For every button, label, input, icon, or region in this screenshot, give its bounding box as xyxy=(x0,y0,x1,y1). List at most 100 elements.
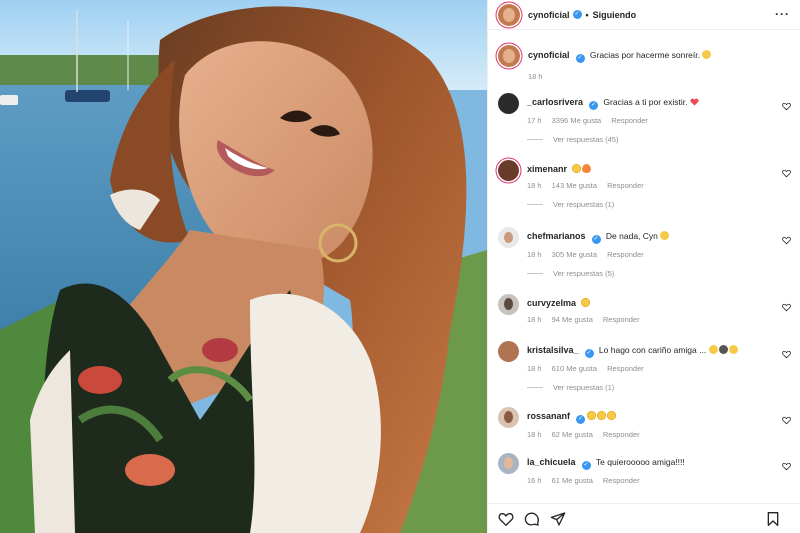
reply-button[interactable]: Responder xyxy=(607,181,644,190)
author-username[interactable]: cynoficial xyxy=(528,10,570,20)
heart-eyes-emoji-icon xyxy=(587,411,597,420)
comment-likes[interactable]: 143 Me gusta xyxy=(552,181,597,190)
comment-item: kristalsilva_ ✓ Lo hago con cariño amiga … xyxy=(498,341,791,392)
commenter-username[interactable]: kristalsilva_ xyxy=(527,345,579,355)
bookmark-icon[interactable] xyxy=(765,511,781,527)
comment-likes[interactable]: 61 Me gusta xyxy=(552,476,593,485)
comment-item: chefmarianos ✓ De nada, Cyn 18 h 305 Me gu… xyxy=(498,227,791,278)
view-replies-label: Ver respuestas (1) xyxy=(553,200,615,209)
comment-text: Te quierooooo amiga!!!! xyxy=(595,457,685,467)
reply-button[interactable]: Responder xyxy=(603,315,640,324)
view-replies-label: Ver respuestas (45) xyxy=(553,135,619,144)
caption-text: Gracias por hacerme sonreír. xyxy=(589,50,700,60)
view-replies-button[interactable]: Ver respuestas (1) xyxy=(527,383,791,392)
comment-time: 16 h xyxy=(527,476,542,485)
commenter-avatar[interactable] xyxy=(498,407,519,428)
red-heart-emoji-icon xyxy=(690,98,699,106)
like-comment-heart-icon[interactable] xyxy=(782,169,791,178)
verified-badge-icon: ✓ xyxy=(591,235,601,244)
divider-line xyxy=(527,387,543,388)
commenter-username[interactable]: _carlosrivera xyxy=(527,97,583,107)
like-comment-heart-icon[interactable] xyxy=(782,303,791,312)
comment-text: Gracias a ti por existir. xyxy=(603,97,688,107)
comment-likes[interactable]: 610 Me gusta xyxy=(552,364,597,373)
heart-eyes-emoji-icon xyxy=(597,411,607,420)
verified-badge-icon: ✓ xyxy=(576,415,586,424)
more-options-icon[interactable]: ··· xyxy=(775,8,790,20)
like-comment-heart-icon[interactable] xyxy=(782,350,791,359)
comment-likes[interactable]: 305 Me gusta xyxy=(552,250,597,259)
verified-badge-icon: ✓ xyxy=(572,10,582,19)
reply-button[interactable]: Responder xyxy=(603,430,640,439)
comment-time: 18 h xyxy=(527,250,542,259)
comment-likes[interactable]: 94 Me gusta xyxy=(552,315,593,324)
heart-outline-icon[interactable] xyxy=(498,511,514,527)
like-comment-heart-icon[interactable] xyxy=(782,462,791,471)
action-bar xyxy=(488,503,800,533)
dark-glasses-emoji-icon xyxy=(718,345,728,354)
reply-button[interactable]: Responder xyxy=(607,364,644,373)
commenter-username[interactable]: curvyzelma xyxy=(527,298,576,308)
commenter-avatar[interactable] xyxy=(498,227,519,248)
view-replies-button[interactable]: Ver respuestas (5) xyxy=(527,269,791,278)
author-username[interactable]: cynoficial xyxy=(528,50,570,60)
comment-text: Lo hago con cariño amiga ... xyxy=(598,345,707,355)
reply-button[interactable]: Responder xyxy=(607,250,644,259)
selfie-image xyxy=(0,0,487,533)
verified-badge-icon: ✓ xyxy=(575,54,585,63)
tongue-face-emoji-icon xyxy=(660,231,670,240)
divider-line xyxy=(527,139,543,140)
author-avatar[interactable] xyxy=(498,45,520,67)
commenter-avatar[interactable] xyxy=(498,341,519,362)
comment-item: curvyzelma 18 h 94 Me gusta Responder xyxy=(498,294,791,324)
reply-button[interactable]: Responder xyxy=(603,476,640,485)
post-photo[interactable] xyxy=(0,0,487,533)
post-viewer: cynoficial ✓ • Siguiendo ··· cynoficial ✓… xyxy=(0,0,800,533)
fire-emoji-icon xyxy=(582,164,592,173)
commenter-username[interactable]: chefmarianos xyxy=(527,231,586,241)
smile-emoji-icon xyxy=(702,50,712,59)
post-header: cynoficial ✓ • Siguiendo ··· xyxy=(488,0,800,30)
comment-time: 18 h xyxy=(527,364,542,373)
post-caption: cynoficial ✓ Gracias por hacerme sonreír.… xyxy=(498,45,791,81)
separator-dot: • xyxy=(585,9,589,20)
like-comment-heart-icon[interactable] xyxy=(782,102,791,111)
comment-likes[interactable]: 3396 Me gusta xyxy=(552,116,602,125)
comment-time: 18 h xyxy=(527,315,542,324)
like-comment-heart-icon[interactable] xyxy=(782,236,791,245)
comment-time: 18 h xyxy=(527,430,542,439)
verified-badge-icon: ✓ xyxy=(581,461,591,470)
caption-time: 18 h xyxy=(528,72,543,81)
follow-status-button[interactable]: Siguiendo xyxy=(593,10,637,20)
comment-item: rossananf ✓ 18 h 62 Me gusta Responder xyxy=(498,407,791,439)
divider-line xyxy=(527,273,543,274)
view-replies-label: Ver respuestas (1) xyxy=(553,383,615,392)
comment-list: cynoficial ✓ Gracias por hacerme sonreír.… xyxy=(488,31,800,503)
commenter-username[interactable]: la_chicuela xyxy=(527,457,576,467)
comment-item: la_chicuela ✓ Te quierooooo amiga!!!! 16 … xyxy=(498,453,791,485)
view-replies-button[interactable]: Ver respuestas (45) xyxy=(527,135,791,144)
commenter-username[interactable]: ximenanr xyxy=(527,164,567,174)
commenter-username[interactable]: rossananf xyxy=(527,411,570,421)
view-replies-button[interactable]: Ver respuestas (1) xyxy=(527,200,791,209)
comment-item: ximenanr 18 h 143 Me gusta Responder Ver r… xyxy=(498,160,791,209)
verified-badge-icon: ✓ xyxy=(584,349,594,358)
comment-likes[interactable]: 62 Me gusta xyxy=(552,430,593,439)
author-avatar[interactable] xyxy=(498,3,520,26)
heart-eyes-emoji-icon xyxy=(572,164,582,173)
commenter-avatar[interactable] xyxy=(498,294,519,315)
laugh-emoji-icon xyxy=(728,345,738,354)
comment-item: _carlosrivera ✓ Gracias a ti por existir.… xyxy=(498,93,791,144)
send-icon[interactable] xyxy=(550,511,566,527)
smile-emoji-icon xyxy=(708,345,718,354)
verified-badge-icon: ✓ xyxy=(589,101,599,110)
commenter-avatar[interactable] xyxy=(498,453,519,474)
divider-line xyxy=(527,204,543,205)
comment-text: De nada, Cyn xyxy=(605,231,658,241)
commenter-avatar[interactable] xyxy=(498,93,519,114)
like-comment-heart-icon[interactable] xyxy=(782,416,791,425)
heart-eyes-emoji-icon xyxy=(581,298,591,307)
commenter-avatar[interactable] xyxy=(498,160,519,181)
reply-button[interactable]: Responder xyxy=(611,116,648,125)
comment-icon[interactable] xyxy=(524,511,540,527)
